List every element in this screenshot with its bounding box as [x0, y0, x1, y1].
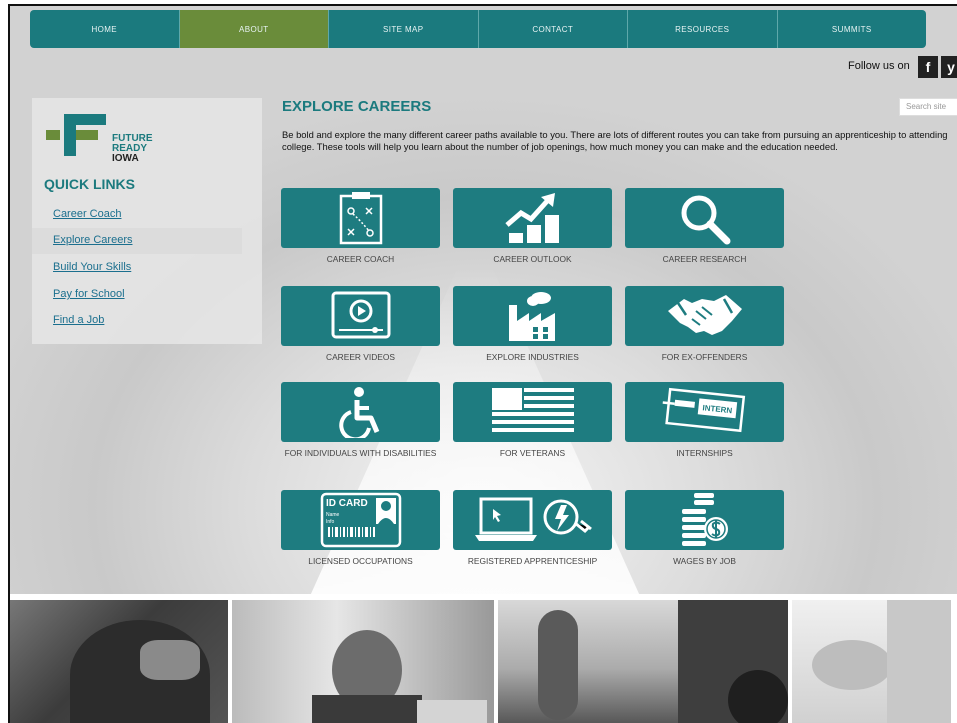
id-card-icon: ID CARD Name Info	[320, 492, 401, 548]
wheelchair-icon	[338, 387, 379, 438]
tile-internships[interactable]: INTERN INTERNSHIPS	[625, 382, 784, 458]
coin-stack-icon	[681, 493, 728, 546]
tile-career-coach[interactable]: CAREER COACH	[281, 188, 440, 264]
nav-home[interactable]: HOME	[30, 10, 180, 48]
id-card-text: ID CARD	[326, 498, 368, 509]
tile-label: CAREER VIDEOS	[326, 352, 395, 362]
tile-label: FOR EX-OFFENDERS	[661, 352, 748, 362]
intro-text: Be bold and explore the many different c…	[282, 129, 948, 152]
tile-label: WAGES BY JOB	[673, 556, 736, 566]
video-player-icon	[331, 291, 390, 339]
tile-label: CAREER RESEARCH	[662, 254, 747, 264]
tile-career-videos[interactable]: CAREER VIDEOS	[281, 286, 440, 362]
logo-line-iowa: IOWA	[112, 153, 139, 164]
truck-worker-photo	[498, 600, 788, 723]
quick-link-explore-careers[interactable]: Explore Careers	[32, 228, 242, 254]
welder-photo	[10, 600, 228, 723]
facebook-icon[interactable]: f	[918, 56, 938, 78]
tile-label: FOR VETERANS	[499, 448, 566, 458]
sidebar: FUTURE READY IOWA QUICK LINKS Career Coa…	[32, 98, 262, 344]
healthcare-photo	[792, 600, 951, 723]
tile-label: FOR INDIVIDUALS WITH DISABILITIES	[284, 448, 437, 458]
tile-for-ex-offenders[interactable]: FOR EX-OFFENDERS	[625, 286, 784, 362]
logo-mark-icon	[46, 114, 106, 156]
handshake-icon	[667, 295, 742, 335]
twitter-icon[interactable]: y	[941, 56, 957, 78]
browser-frame: HOME ABOUT SITE MAP CONTACT RESOURCES SU…	[8, 4, 957, 723]
tile-label: LICENSED OCCUPATIONS	[308, 556, 413, 566]
tile-label: CAREER OUTLOOK	[493, 254, 572, 264]
quick-link-pay-for-school[interactable]: Pay for School	[32, 282, 242, 308]
tile-label: EXPLORE INDUSTRIES	[486, 352, 579, 362]
site-upper-area: HOME ABOUT SITE MAP CONTACT RESOURCES SU…	[10, 6, 957, 594]
tile-for-veterans[interactable]: FOR VETERANS	[453, 382, 612, 458]
id-card-name-field: Name	[326, 512, 340, 518]
tile-career-research[interactable]: CAREER RESEARCH	[625, 188, 784, 264]
search-input[interactable]: Search site	[899, 98, 957, 116]
factory-icon	[508, 292, 555, 341]
nav-site-map[interactable]: SITE MAP	[329, 10, 479, 48]
office-worker-photo	[232, 600, 494, 723]
magnifier-icon	[681, 195, 730, 245]
quick-link-career-coach[interactable]: Career Coach	[32, 202, 242, 228]
main-nav: HOME ABOUT SITE MAP CONTACT RESOURCES SU…	[30, 10, 926, 48]
nav-about[interactable]: ABOUT	[179, 10, 329, 48]
logo-wordmark: FUTURE READY IOWA	[112, 134, 153, 164]
tile-explore-industries[interactable]: EXPLORE INDUSTRIES	[453, 286, 612, 362]
laptop-plug-icon	[474, 497, 592, 541]
tile-label: REGISTERED APPRENTICESHIP	[467, 556, 598, 566]
flag-icon	[491, 388, 574, 432]
future-ready-iowa-logo[interactable]: FUTURE READY IOWA	[46, 114, 176, 164]
intern-tag-icon: INTERN	[662, 387, 745, 433]
tile-registered-apprenticeship[interactable]: REGISTERED APPRENTICESHIP	[453, 490, 612, 566]
page-title: EXPLORE CAREERS	[282, 98, 432, 115]
nav-summits[interactable]: SUMMITS	[777, 10, 926, 48]
growth-chart-icon	[504, 193, 559, 243]
id-card-info-field: Info	[326, 519, 335, 525]
quick-links-title: QUICK LINKS	[44, 176, 135, 192]
tile-label: CAREER COACH	[326, 254, 395, 264]
tile-for-individuals-with-disabilities[interactable]: FOR INDIVIDUALS WITH DISABILITIES	[281, 382, 440, 458]
quick-link-find-a-job[interactable]: Find a Job	[32, 308, 242, 334]
tile-label: INTERNSHIPS	[676, 448, 733, 458]
clipboard-play-icon	[339, 192, 382, 245]
quick-link-build-your-skills[interactable]: Build Your Skills	[32, 255, 242, 281]
tile-wages-by-job[interactable]: WAGES BY JOB	[625, 490, 784, 566]
tile-career-outlook[interactable]: CAREER OUTLOOK	[453, 188, 612, 264]
photo-strip	[10, 600, 957, 723]
nav-resources[interactable]: RESOURCES	[628, 10, 778, 48]
tile-licensed-occupations[interactable]: ID CARD Name Info LICENSED OCCUPATIONS	[281, 490, 440, 566]
follow-us-text: Follow us on	[848, 60, 910, 72]
nav-contact[interactable]: CONTACT	[478, 10, 628, 48]
